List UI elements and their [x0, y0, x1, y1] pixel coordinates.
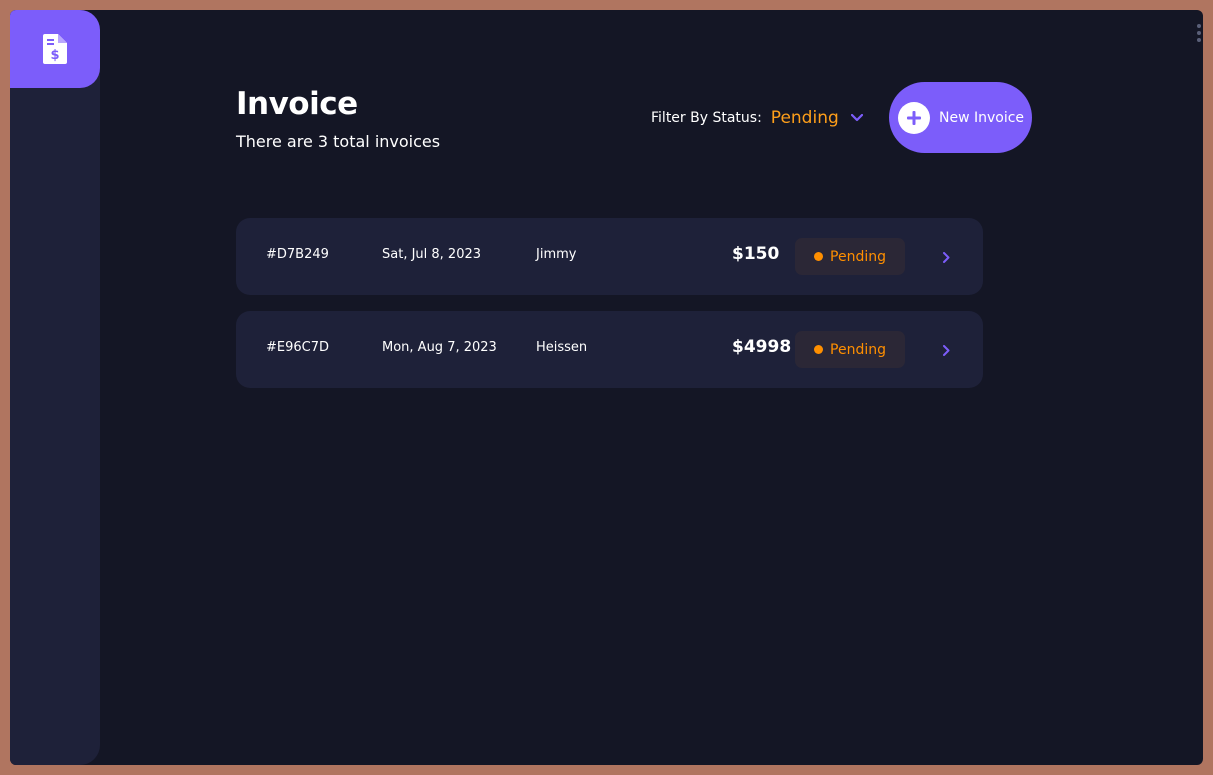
- invoice-due-date: Sat, Jul 8, 2023: [382, 247, 482, 262]
- invoice-count: There are 3 total invoices: [236, 132, 441, 151]
- app-window: $ Invoice There are 3 total invoices Fil…: [10, 10, 1203, 765]
- status-dot-icon: [814, 345, 824, 354]
- status-badge: Pending: [795, 331, 905, 368]
- page-title: Invoice: [236, 86, 358, 122]
- invoice-amount: $150: [732, 244, 780, 264]
- invoice-amount: $4998: [732, 337, 792, 357]
- filter-selected-value: Pending: [770, 108, 839, 128]
- sidebar: $: [10, 10, 100, 765]
- chevron-right-icon[interactable]: [943, 250, 953, 264]
- filter-label: Filter By Status:: [651, 110, 762, 126]
- new-invoice-button[interactable]: New Invoice: [889, 82, 1032, 153]
- window-menu-icon[interactable]: [1197, 24, 1201, 42]
- status-filter-dropdown[interactable]: Filter By Status: Pending: [651, 106, 863, 130]
- status-badge: Pending: [795, 238, 905, 275]
- invoice-dollar-icon: $: [43, 34, 67, 64]
- plus-icon: [898, 101, 930, 134]
- invoice-client-name: Jimmy: [536, 247, 577, 262]
- status-text: Pending: [830, 248, 886, 265]
- chevron-right-icon[interactable]: [943, 343, 953, 357]
- app-logo[interactable]: $: [10, 10, 100, 88]
- invoice-row[interactable]: #D7B249 Sat, Jul 8, 2023 Jimmy $150 Pend…: [236, 218, 983, 295]
- invoice-id: #E96C7D: [266, 340, 330, 355]
- chevron-down-icon[interactable]: [850, 114, 863, 122]
- invoice-row[interactable]: #E96C7D Mon, Aug 7, 2023 Heissen $4998 P…: [236, 311, 983, 388]
- invoice-id: #D7B249: [266, 247, 329, 262]
- new-invoice-label: New Invoice: [939, 109, 1025, 126]
- invoice-list: #D7B249 Sat, Jul 8, 2023 Jimmy $150 Pend…: [236, 218, 983, 404]
- invoice-due-date: Mon, Aug 7, 2023: [382, 340, 497, 355]
- status-text: Pending: [830, 341, 886, 358]
- status-dot-icon: [814, 252, 824, 261]
- invoice-client-name: Heissen: [536, 340, 588, 355]
- svg-text:$: $: [50, 48, 59, 63]
